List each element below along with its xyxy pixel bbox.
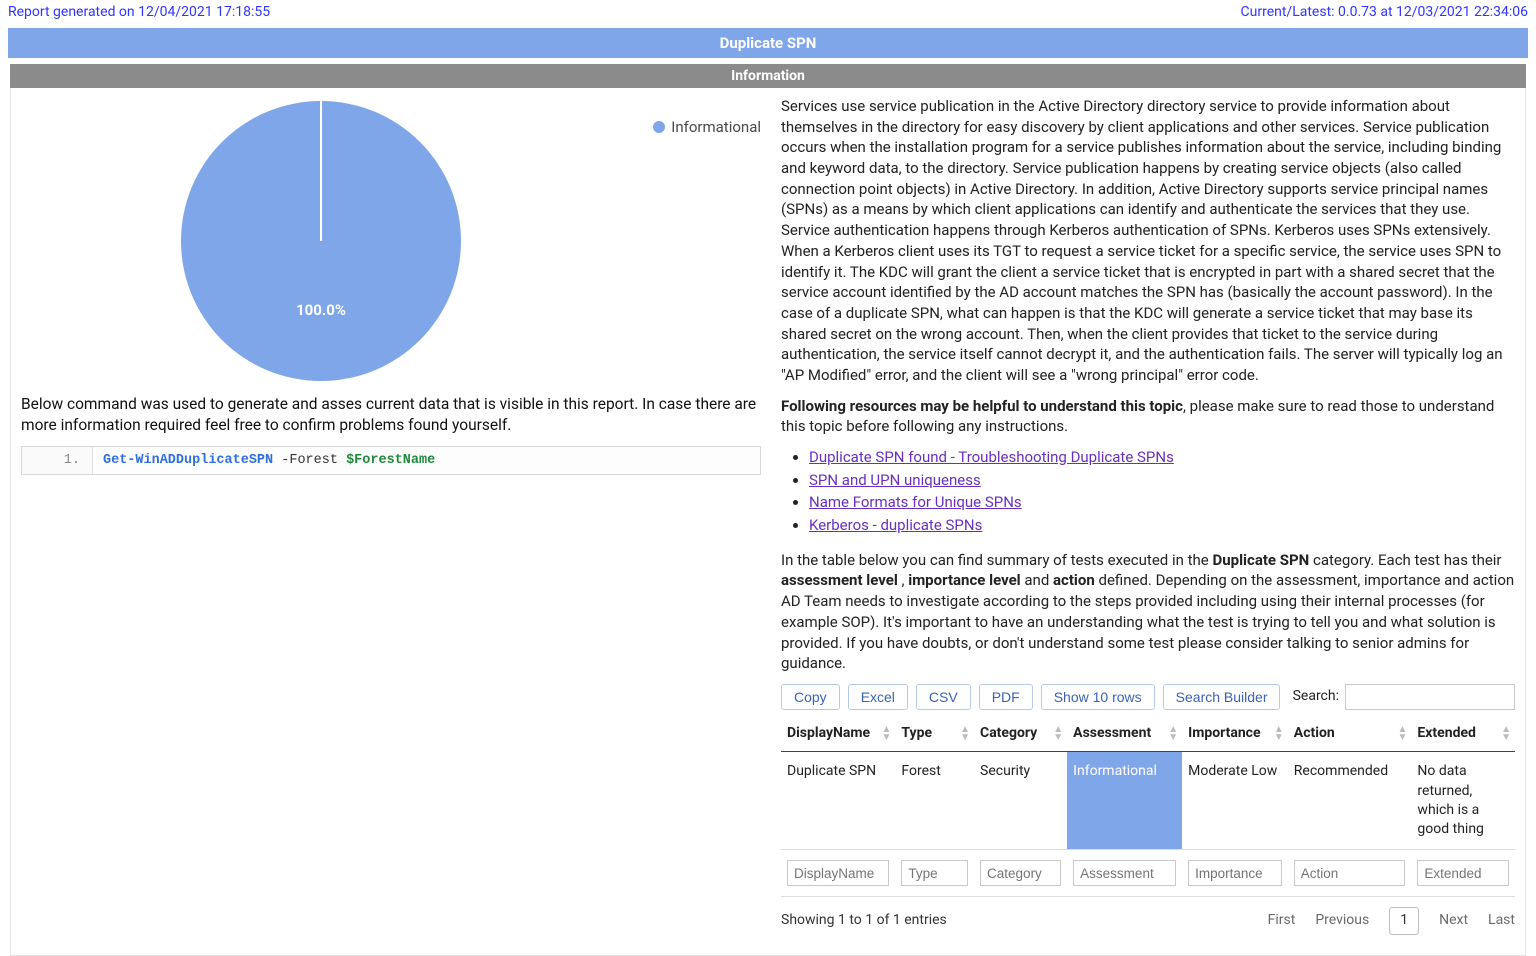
- command-note: Below command was used to generate and a…: [21, 394, 761, 436]
- cell-extended: No data returned, which is a good thing: [1411, 752, 1515, 850]
- pie-chart: 100.0% Informational: [21, 96, 761, 386]
- sort-icon: ▲▼: [1501, 726, 1511, 742]
- filter-type[interactable]: [901, 860, 968, 886]
- resource-link[interactable]: Kerberos - duplicate SPNs: [809, 516, 982, 534]
- sort-icon: ▲▼: [960, 726, 970, 742]
- cell-assessment: Informational: [1067, 752, 1182, 850]
- col-type[interactable]: Type▲▼: [895, 716, 974, 752]
- resource-link[interactable]: SPN and UPN uniqueness: [809, 471, 981, 489]
- csv-button[interactable]: CSV: [916, 684, 971, 710]
- code-variable: $ForestName: [346, 453, 435, 468]
- cell-action: Recommended: [1288, 752, 1412, 850]
- cell-importance: Moderate Low: [1182, 752, 1288, 850]
- resources-intro: Following resources may be helpful to un…: [781, 396, 1515, 437]
- resource-links: Duplicate SPN found - Troubleshooting Du…: [809, 447, 1515, 536]
- description-paragraph: Services use service publication in the …: [781, 96, 1515, 386]
- filter-extended[interactable]: [1417, 860, 1509, 886]
- legend-label: Informational: [671, 118, 761, 136]
- col-category[interactable]: Category▲▼: [974, 716, 1067, 752]
- sort-icon: ▲▼: [1053, 726, 1063, 742]
- resource-link[interactable]: Name Formats for Unique SPNs: [809, 493, 1022, 511]
- col-importance[interactable]: Importance▲▼: [1182, 716, 1288, 752]
- section-title: Duplicate SPN: [8, 28, 1528, 58]
- summary-table: DisplayName▲▼ Type▲▼ Category▲▼ Assessme…: [781, 716, 1515, 898]
- chart-legend: Informational: [653, 118, 761, 136]
- filter-importance[interactable]: [1188, 860, 1282, 886]
- col-action[interactable]: Action▲▼: [1288, 716, 1412, 752]
- version-label: Current/Latest: 0.0.73 at 12/03/2021 22:…: [1241, 4, 1529, 20]
- table-info: Showing 1 to 1 of 1 entries: [781, 911, 947, 930]
- col-assessment[interactable]: Assessment▲▼: [1067, 716, 1182, 752]
- pager-next[interactable]: Next: [1439, 911, 1468, 930]
- filter-action[interactable]: [1294, 860, 1406, 886]
- code-param: -Forest: [281, 453, 338, 468]
- legend-dot-icon: [653, 121, 665, 133]
- search-builder-button[interactable]: Search Builder: [1163, 684, 1281, 710]
- search-label: Search:: [1293, 687, 1339, 706]
- sort-icon: ▲▼: [1398, 726, 1408, 742]
- sort-icon: ▲▼: [1168, 726, 1178, 742]
- search-input[interactable]: [1345, 684, 1515, 710]
- cell-type: Forest: [895, 752, 974, 850]
- col-displayname[interactable]: DisplayName▲▼: [781, 716, 895, 752]
- pager-first[interactable]: First: [1268, 911, 1296, 930]
- table-row: Duplicate SPN Forest Security Informatio…: [781, 752, 1515, 850]
- pager-previous[interactable]: Previous: [1315, 911, 1369, 930]
- cell-displayname: Duplicate SPN: [781, 752, 895, 850]
- code-block: 1. Get-WinADDuplicateSPN -Forest $Forest…: [21, 446, 761, 475]
- sort-icon: ▲▼: [1274, 726, 1284, 742]
- show-rows-button[interactable]: Show 10 rows: [1041, 684, 1155, 710]
- pie-center-label: 100.0%: [296, 301, 346, 319]
- copy-button[interactable]: Copy: [781, 684, 840, 710]
- filter-category[interactable]: [980, 860, 1061, 886]
- sort-icon: ▲▼: [882, 726, 892, 742]
- report-generated-label: Report generated on 12/04/2021 17:18:55: [8, 4, 270, 20]
- cell-category: Security: [974, 752, 1067, 850]
- code-line-number: 1.: [22, 447, 93, 474]
- resource-link[interactable]: Duplicate SPN found - Troubleshooting Du…: [809, 448, 1174, 466]
- code-cmdlet: Get-WinADDuplicateSPN: [103, 453, 273, 468]
- pdf-button[interactable]: PDF: [979, 684, 1033, 710]
- information-subtitle: Information: [10, 64, 1526, 88]
- pager-last[interactable]: Last: [1488, 911, 1515, 930]
- excel-button[interactable]: Excel: [848, 684, 908, 710]
- filter-displayname[interactable]: [787, 860, 889, 886]
- pager-page-number[interactable]: 1: [1389, 907, 1419, 934]
- col-extended[interactable]: Extended▲▼: [1411, 716, 1515, 752]
- summary-paragraph: In the table below you can find summary …: [781, 550, 1515, 674]
- filter-assessment[interactable]: [1073, 860, 1176, 886]
